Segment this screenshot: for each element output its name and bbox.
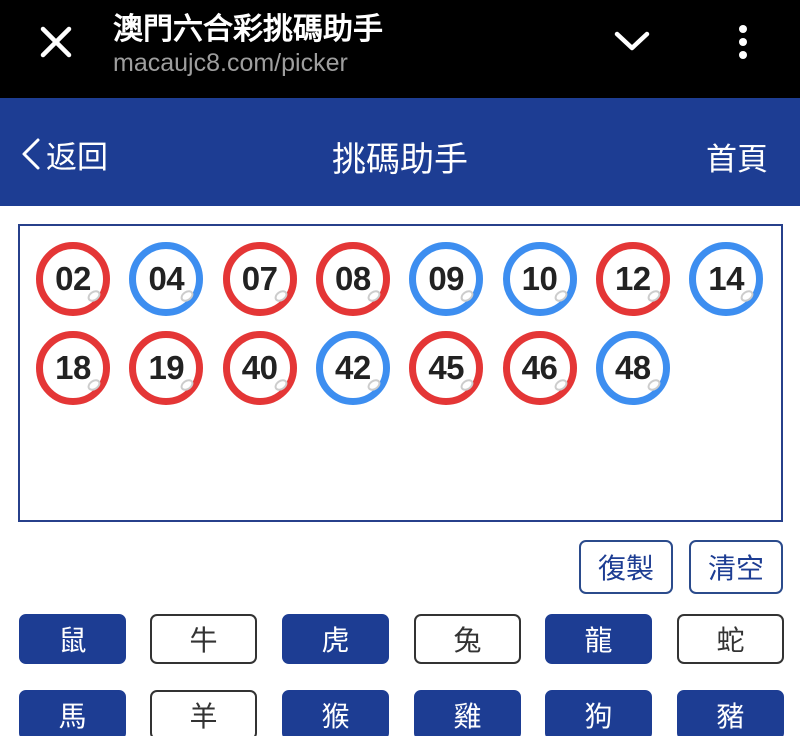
number-ball[interactable]: 08 [315, 242, 390, 316]
number-ball[interactable]: 42 [315, 331, 390, 405]
clear-button[interactable]: 清空 [689, 540, 783, 594]
number-ball-label: 42 [335, 349, 371, 386]
zodiac-button[interactable]: 羊 [150, 690, 257, 736]
number-ball[interactable]: 04 [129, 242, 204, 316]
number-ball-label: 18 [55, 349, 91, 386]
number-ball[interactable]: 48 [595, 331, 670, 405]
number-ball[interactable]: 19 [129, 331, 204, 405]
number-ball[interactable]: 14 [689, 242, 764, 316]
zodiac-button[interactable]: 狗 [545, 690, 652, 736]
number-ball[interactable]: 09 [409, 242, 484, 316]
zodiac-button[interactable]: 牛 [150, 614, 257, 664]
number-ball-label: 46 [521, 349, 558, 386]
zodiac-button[interactable]: 兔 [414, 614, 521, 664]
browser-url[interactable]: macaujc8.com/picker [113, 49, 348, 78]
zodiac-button[interactable]: 虎 [282, 614, 389, 664]
number-ball-label: 45 [428, 349, 465, 386]
number-ball-label: 04 [148, 260, 185, 297]
number-ball-label: 10 [521, 260, 558, 297]
number-ball-label: 19 [148, 349, 185, 386]
copy-button[interactable]: 復製 [579, 540, 673, 594]
zodiac-button[interactable]: 猴 [282, 690, 389, 736]
number-ball[interactable]: 07 [222, 242, 297, 316]
zodiac-button[interactable]: 蛇 [677, 614, 784, 664]
number-ball-label: 40 [241, 349, 278, 386]
number-ball-label: 07 [241, 260, 278, 297]
page-title: 挑碼助手 [332, 140, 468, 180]
close-icon[interactable] [36, 22, 76, 62]
browser-page-title: 澳門六合彩挑碼助手 [113, 12, 383, 47]
number-ball[interactable]: 02 [36, 242, 110, 316]
number-ball-label: 12 [614, 260, 651, 297]
number-ball-label: 08 [335, 260, 371, 297]
number-ball[interactable]: 45 [409, 331, 484, 405]
app-header: 返回 挑碼助手 首頁 [0, 98, 800, 206]
zodiac-button[interactable]: 雞 [414, 690, 521, 736]
more-menu-icon[interactable] [728, 22, 758, 62]
number-ball[interactable]: 40 [222, 331, 297, 405]
zodiac-button[interactable]: 馬 [19, 690, 126, 736]
selected-numbers-panel: 02 04 07 08 09 10 12 14 18 19 40 42 45 46 48 [18, 224, 783, 522]
number-ball[interactable]: 46 [502, 331, 577, 405]
number-ball-label: 48 [614, 349, 651, 386]
number-ball-label: 14 [708, 260, 744, 297]
number-ball[interactable]: 12 [595, 242, 670, 316]
zodiac-button[interactable]: 豬 [677, 690, 784, 736]
number-ball-label: 02 [55, 260, 91, 297]
home-link[interactable]: 首頁 [706, 134, 768, 179]
chevron-down-icon[interactable] [612, 26, 652, 58]
number-ball[interactable]: 18 [36, 331, 110, 405]
browser-toolbar: 澳門六合彩挑碼助手 macaujc8.com/picker [0, 0, 800, 98]
zodiac-button[interactable]: 龍 [545, 614, 652, 664]
number-ball[interactable]: 10 [502, 242, 577, 316]
zodiac-button[interactable]: 鼠 [19, 614, 126, 664]
number-ball-label: 09 [428, 260, 465, 297]
